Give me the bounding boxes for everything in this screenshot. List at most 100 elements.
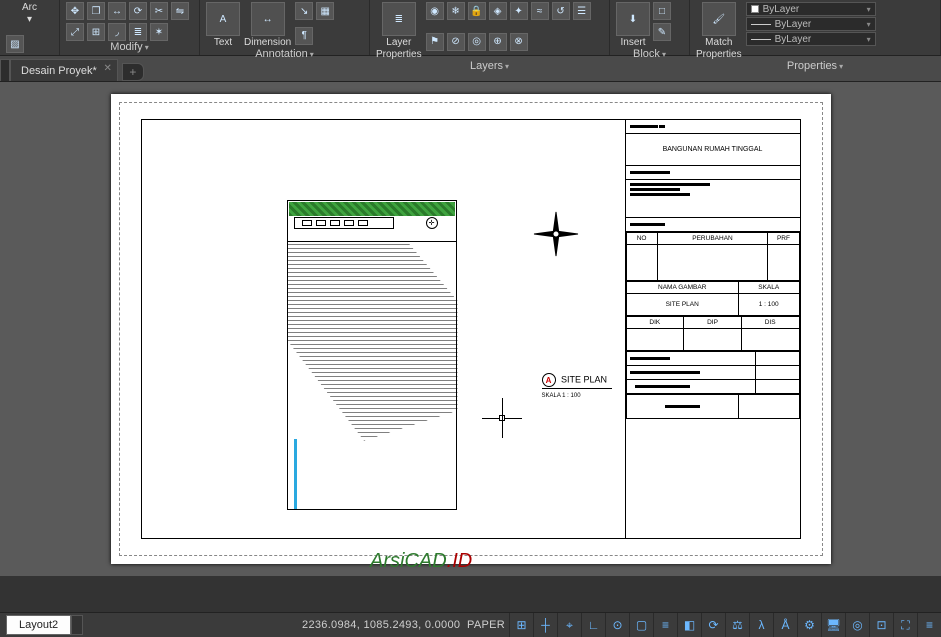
annotation-icon[interactable]: Å <box>773 613 797 637</box>
workspace-icon[interactable]: ⚙ <box>797 613 821 637</box>
snap-icon[interactable]: ⌖ <box>557 613 581 637</box>
layer-properties-icon: ≣ <box>382 2 416 36</box>
panel-modify-label[interactable]: Modify <box>66 41 193 53</box>
lineweight-icon <box>751 24 771 25</box>
arc-label: Arc <box>22 2 37 13</box>
drawing-canvas[interactable]: ✛ A SITE PLAN SKALA 1 <box>0 82 941 576</box>
panel-properties: 🖌MatchProperties ByLayer▾ ByLayer▾ ByLay… <box>690 0 941 55</box>
drawing-title-label: A SITE PLAN SKALA 1 : 100 <box>542 373 612 399</box>
layer-state-icon[interactable]: ⚑ <box>426 33 444 51</box>
panel-layers: ≣LayerProperties ◉ ❄ 🔒 ◈ ✦ ≈ ↺ ☰ ⚑ ⊘ ◎ ⊕… <box>370 0 610 55</box>
panel-block: ⬇Insert □ ✎ Block <box>610 0 690 55</box>
scale-icon[interactable]: λ <box>749 613 773 637</box>
layer-delete-icon[interactable]: ⊗ <box>510 33 528 51</box>
ortho-icon[interactable]: ∟ <box>581 613 605 637</box>
tool-scale-icon[interactable]: ⤢ <box>66 23 84 41</box>
vegetation <box>289 202 455 216</box>
layer-off-icon[interactable]: ◉ <box>426 2 444 20</box>
layer-iso-icon[interactable]: ◈ <box>489 2 507 20</box>
grid-icon[interactable]: ┼ <box>533 613 557 637</box>
match-properties-icon: 🖌 <box>702 2 736 36</box>
layer-isolate-icon[interactable]: ◎ <box>468 33 486 51</box>
revision-table: NOPERUBAHANPRF <box>626 232 800 281</box>
lineweight-icon[interactable]: ≡ <box>653 613 677 637</box>
text-icon: A <box>206 2 240 36</box>
osnap-icon[interactable]: ▢ <box>629 613 653 637</box>
dimension-button[interactable]: ↔Dimension <box>244 2 291 48</box>
north-arrow <box>532 210 580 258</box>
panel-draw-arc: Arc▾ ▨ <box>0 0 60 55</box>
tool-leader-icon[interactable]: ↘ <box>295 2 313 20</box>
isolate-icon[interactable]: ◎ <box>845 613 869 637</box>
linetype-dropdown[interactable]: ByLayer▾ <box>746 32 876 46</box>
chevron-down-icon: ▾ <box>867 35 871 44</box>
tool-copy-icon[interactable]: ❐ <box>87 2 105 20</box>
layout-next[interactable] <box>71 615 83 635</box>
sheet-border: ✛ A SITE PLAN SKALA 1 <box>141 119 801 539</box>
tool-stretch-icon[interactable]: ↔ <box>108 2 126 20</box>
panel-block-label[interactable]: Block <box>616 48 683 60</box>
title-block: BANGUNAN RUMAH TINGGAL NOPERUBAHANPRF NA… <box>625 120 800 538</box>
tool-mtext-icon[interactable]: ¶ <box>295 27 313 45</box>
tool-table-icon[interactable]: ▦ <box>316 2 334 20</box>
monitor-icon[interactable]: 🖥 <box>821 613 845 637</box>
text-button[interactable]: AText <box>206 2 240 48</box>
color-dropdown[interactable]: ByLayer▾ <box>746 2 876 16</box>
linetype-icon <box>751 39 771 40</box>
block-edit-icon[interactable]: ✎ <box>653 23 671 41</box>
file-tab-label: Desain Proyek* <box>21 65 97 77</box>
tool-rotate-icon[interactable]: ⟳ <box>129 2 147 20</box>
panel-annotation: AText ↔Dimension ↘ ▦ ¶ Annotation <box>200 0 370 55</box>
layer-lock-icon[interactable]: 🔒 <box>468 2 486 20</box>
panel-properties-label[interactable]: Properties <box>696 60 934 72</box>
insert-button[interactable]: ⬇Insert <box>616 2 650 48</box>
layer-match-icon[interactable]: ≈ <box>531 2 549 20</box>
chevron-down-icon: ▾ <box>867 5 871 14</box>
annoscale-icon[interactable]: ⚖ <box>725 613 749 637</box>
ribbon: Arc▾ ▨ ✥ ❐ ↔ ⟳ ✂ ⇋ ⤢ ⊞ ◞ ≣ ✶ Modify ATex… <box>0 0 941 56</box>
tool-trim-icon[interactable]: ✂ <box>150 2 168 20</box>
tab-nav-button[interactable] <box>0 59 10 81</box>
block-create-icon[interactable]: □ <box>653 2 671 20</box>
cycling-icon[interactable]: ⟳ <box>701 613 725 637</box>
site-plan-drawing: ✛ <box>287 200 457 510</box>
tool-mirror-icon[interactable]: ⇋ <box>171 2 189 20</box>
panel-layers-label[interactable]: Layers <box>376 60 603 72</box>
tool-offset-icon[interactable]: ≣ <box>129 23 147 41</box>
tool-explode-icon[interactable]: ✶ <box>150 23 168 41</box>
layer-merge-icon[interactable]: ⊕ <box>489 33 507 51</box>
color-swatch-icon <box>751 5 759 13</box>
tool-array-icon[interactable]: ⊞ <box>87 23 105 41</box>
match-properties-button[interactable]: 🖌MatchProperties <box>696 2 742 60</box>
file-tab-active[interactable]: Desain Proyek* ✕ <box>10 59 118 81</box>
tool-fillet-icon[interactable]: ◞ <box>108 23 126 41</box>
wall-highlight <box>294 439 297 509</box>
hardware-icon[interactable]: ⊡ <box>869 613 893 637</box>
add-tab-button[interactable]: + <box>122 63 144 81</box>
status-bar: Layout2 2236.0984, 1085.2493, 0.0000 PAP… <box>0 612 941 637</box>
close-icon[interactable]: ✕ <box>103 63 111 74</box>
customize-status-icon[interactable]: ≡ <box>917 613 941 637</box>
layer-make-icon[interactable]: ✦ <box>510 2 528 20</box>
cleanscreen-icon[interactable]: ⛶ <box>893 613 917 637</box>
view-marker-icon: A <box>542 373 556 387</box>
roof-plan <box>288 241 458 441</box>
panel-annotation-label[interactable]: Annotation <box>206 48 363 60</box>
transparency-icon[interactable]: ◧ <box>677 613 701 637</box>
layer-properties-button[interactable]: ≣LayerProperties <box>376 2 422 60</box>
layer-vpfreeze-icon[interactable]: ⊘ <box>447 33 465 51</box>
tool-hatch-icon[interactable]: ▨ <box>6 35 24 53</box>
layer-walk-icon[interactable]: ☰ <box>573 2 591 20</box>
status-toggles: ⊞ ┼ ⌖ ∟ ⊙ ▢ ≡ ◧ ⟳ ⚖ λ Å ⚙ 🖥 ◎ ⊡ ⛶ ≡ <box>509 613 941 637</box>
lineweight-dropdown[interactable]: ByLayer▾ <box>746 17 876 31</box>
model-space-icon[interactable]: ⊞ <box>509 613 533 637</box>
polar-icon[interactable]: ⊙ <box>605 613 629 637</box>
layer-freeze-icon[interactable]: ❄ <box>447 2 465 20</box>
crosshair-cursor <box>482 398 522 438</box>
dimension-icon: ↔ <box>251 2 285 36</box>
tool-move-icon[interactable]: ✥ <box>66 2 84 20</box>
drawing-info-table: NAMA GAMBARSKALA SITE PLAN1 : 100 <box>626 281 800 316</box>
layout-tab[interactable]: Layout2 <box>6 615 71 635</box>
insert-icon: ⬇ <box>616 2 650 36</box>
layer-prev-icon[interactable]: ↺ <box>552 2 570 20</box>
